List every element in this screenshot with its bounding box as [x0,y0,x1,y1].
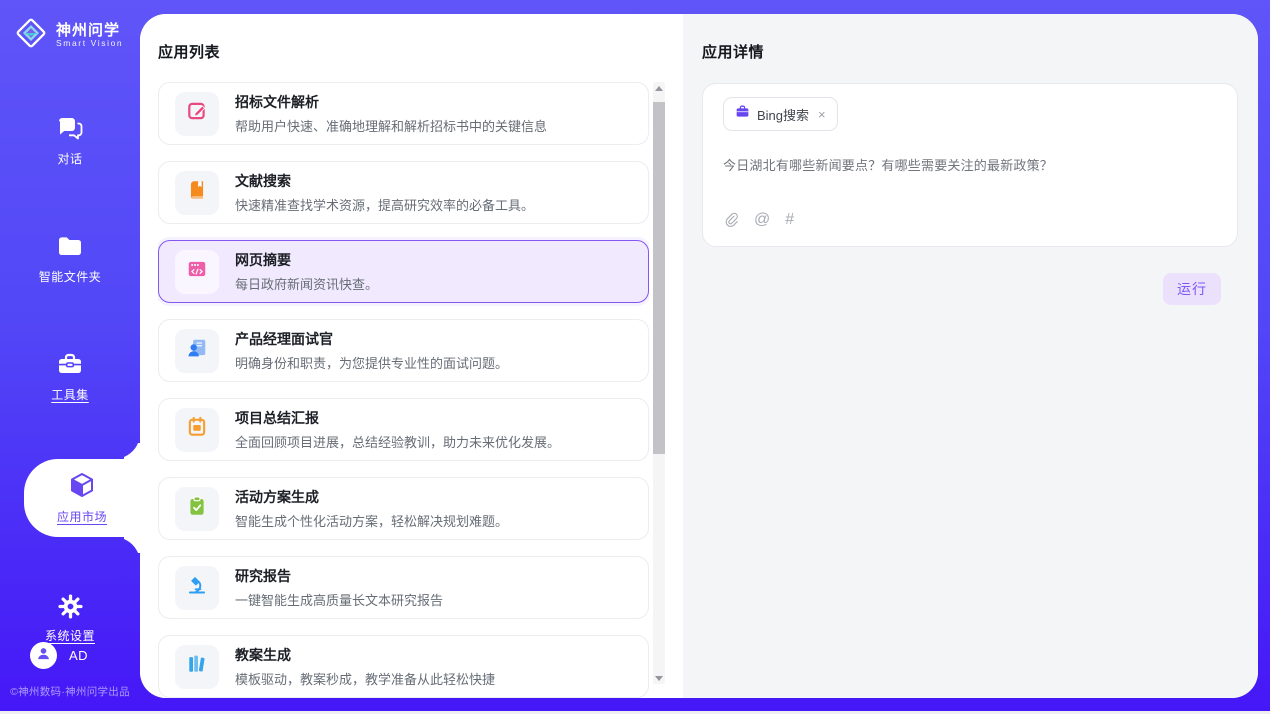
app-description: 每日政府新闻资讯快查。 [235,274,378,293]
clipboard-check-icon [186,495,208,522]
sidebar-item[interactable]: 对话 [0,105,140,177]
books-icon [186,653,208,680]
app-card-list: 招标文件解析 帮助用户快速、准确地理解和解析招标书中的关键信息 文献搜索 快速精… [158,82,649,698]
run-button[interactable]: 运行 [1163,273,1221,305]
app-detail-title: 应用详情 [702,41,1238,62]
app-description: 明确身份和职责，为您提供专业性的面试问题。 [235,353,508,372]
person-icon [35,645,52,667]
hash-icon[interactable]: # [785,212,794,228]
research-icon [186,574,208,601]
scrollbar-thumb[interactable] [653,102,665,454]
scroll-down-icon[interactable] [653,672,665,684]
app-card[interactable]: 研究报告 一键智能生成高质量长文本研究报告 [158,556,649,619]
sidebar-item[interactable]: 智能文件夹 [0,223,140,295]
avatar [30,642,57,669]
app-card[interactable]: 招标文件解析 帮助用户快速、准确地理解和解析招标书中的关键信息 [158,82,649,145]
brand-logo-icon [14,16,48,55]
brand-name: 神州问学 [56,22,123,39]
sidebar: 神州问学 Smart Vision 对话 智能文件夹 工具集 应用市场 [0,0,140,711]
copyright: ©神州数码·神州问学出品 [0,684,140,699]
chat-icon [56,115,84,143]
book-icon [186,179,208,206]
prompt-card: Bing搜索 × 今日湖北有哪些新闻要点？有哪些需要关注的最新政策？ @# [702,83,1238,247]
app-name: 项目总结汇报 [235,408,560,428]
tool-tag-label: Bing搜索 [757,105,809,124]
folder-icon [56,233,84,261]
app-card[interactable]: 活动方案生成 智能生成个性化活动方案，轻松解决规划难题。 [158,477,649,540]
app-name: 文献搜索 [235,171,534,191]
web-code-icon [186,258,208,285]
query-input[interactable]: 今日湖北有哪些新闻要点？有哪些需要关注的最新政策？ [723,155,1217,174]
app-name: 活动方案生成 [235,487,508,507]
app-list-pane: 应用列表 招标文件解析 帮助用户快速、准确地理解和解析招标书中的关键信息 [140,14,683,698]
close-icon[interactable]: × [818,107,826,122]
tool-tag[interactable]: Bing搜索 × [723,97,838,131]
composer-toolbar: @# [723,212,1217,228]
app-name: 教案生成 [235,645,495,665]
app-card[interactable]: 网页摘要 每日政府新闻资讯快查。 [158,240,649,303]
user-account[interactable]: AD [30,642,88,669]
sidebar-item[interactable]: 应用市场 [24,459,140,537]
app-description: 模板驱动，教案秒成，教学准备从此轻松快捷 [235,669,495,688]
app-card[interactable]: 项目总结汇报 全面回顾项目进展，总结经验教训，助力未来优化发展。 [158,398,649,461]
app-card[interactable]: 文献搜索 快速精准查找学术资源，提高研究效率的必备工具。 [158,161,649,224]
attachment-icon[interactable] [723,212,739,228]
cube-icon [67,471,97,501]
briefcase-icon [735,104,750,124]
app-name: 招标文件解析 [235,92,547,112]
app-description: 智能生成个性化活动方案，轻松解决规划难题。 [235,511,508,530]
app-detail-pane: 应用详情 Bing搜索 × 今日湖北有哪些新闻要点？有哪些需要关注的最新政策？ … [683,14,1258,698]
toolbox-icon [56,351,84,379]
app-card[interactable]: 产品经理面试官 明确身份和职责，为您提供专业性的面试问题。 [158,319,649,382]
app-description: 快速精准查找学术资源，提高研究效率的必备工具。 [235,195,534,214]
app-window: 神州问学 Smart Vision 对话 智能文件夹 工具集 应用市场 [0,0,1270,711]
main-content: 应用列表 招标文件解析 帮助用户快速、准确地理解和解析招标书中的关键信息 [140,14,1258,698]
mention-icon[interactable]: @ [754,212,770,228]
app-name: 产品经理面试官 [235,329,508,349]
app-name: 研究报告 [235,566,443,586]
user-name: AD [69,648,88,663]
brand-subtitle: Smart Vision [56,39,123,49]
app-name: 网页摘要 [235,250,378,270]
app-list-title: 应用列表 [158,41,683,62]
scrollbar[interactable] [653,82,665,684]
edit-doc-icon [186,100,208,127]
brand: 神州问学 Smart Vision [0,0,140,55]
app-card[interactable]: 教案生成 模板驱动，教案秒成，教学准备从此轻松快捷 [158,635,649,698]
interviewer-icon [186,337,208,364]
app-description: 帮助用户快速、准确地理解和解析招标书中的关键信息 [235,116,547,135]
app-description: 全面回顾项目进展，总结经验教训，助力未来优化发展。 [235,432,560,451]
gear-icon [57,593,84,620]
report-note-icon [186,416,208,443]
side-menu: 对话 智能文件夹 工具集 应用市场 系统设置 [0,105,140,654]
app-description: 一键智能生成高质量长文本研究报告 [235,590,443,609]
sidebar-item[interactable]: 工具集 [0,341,140,413]
scroll-up-icon[interactable] [653,82,665,94]
